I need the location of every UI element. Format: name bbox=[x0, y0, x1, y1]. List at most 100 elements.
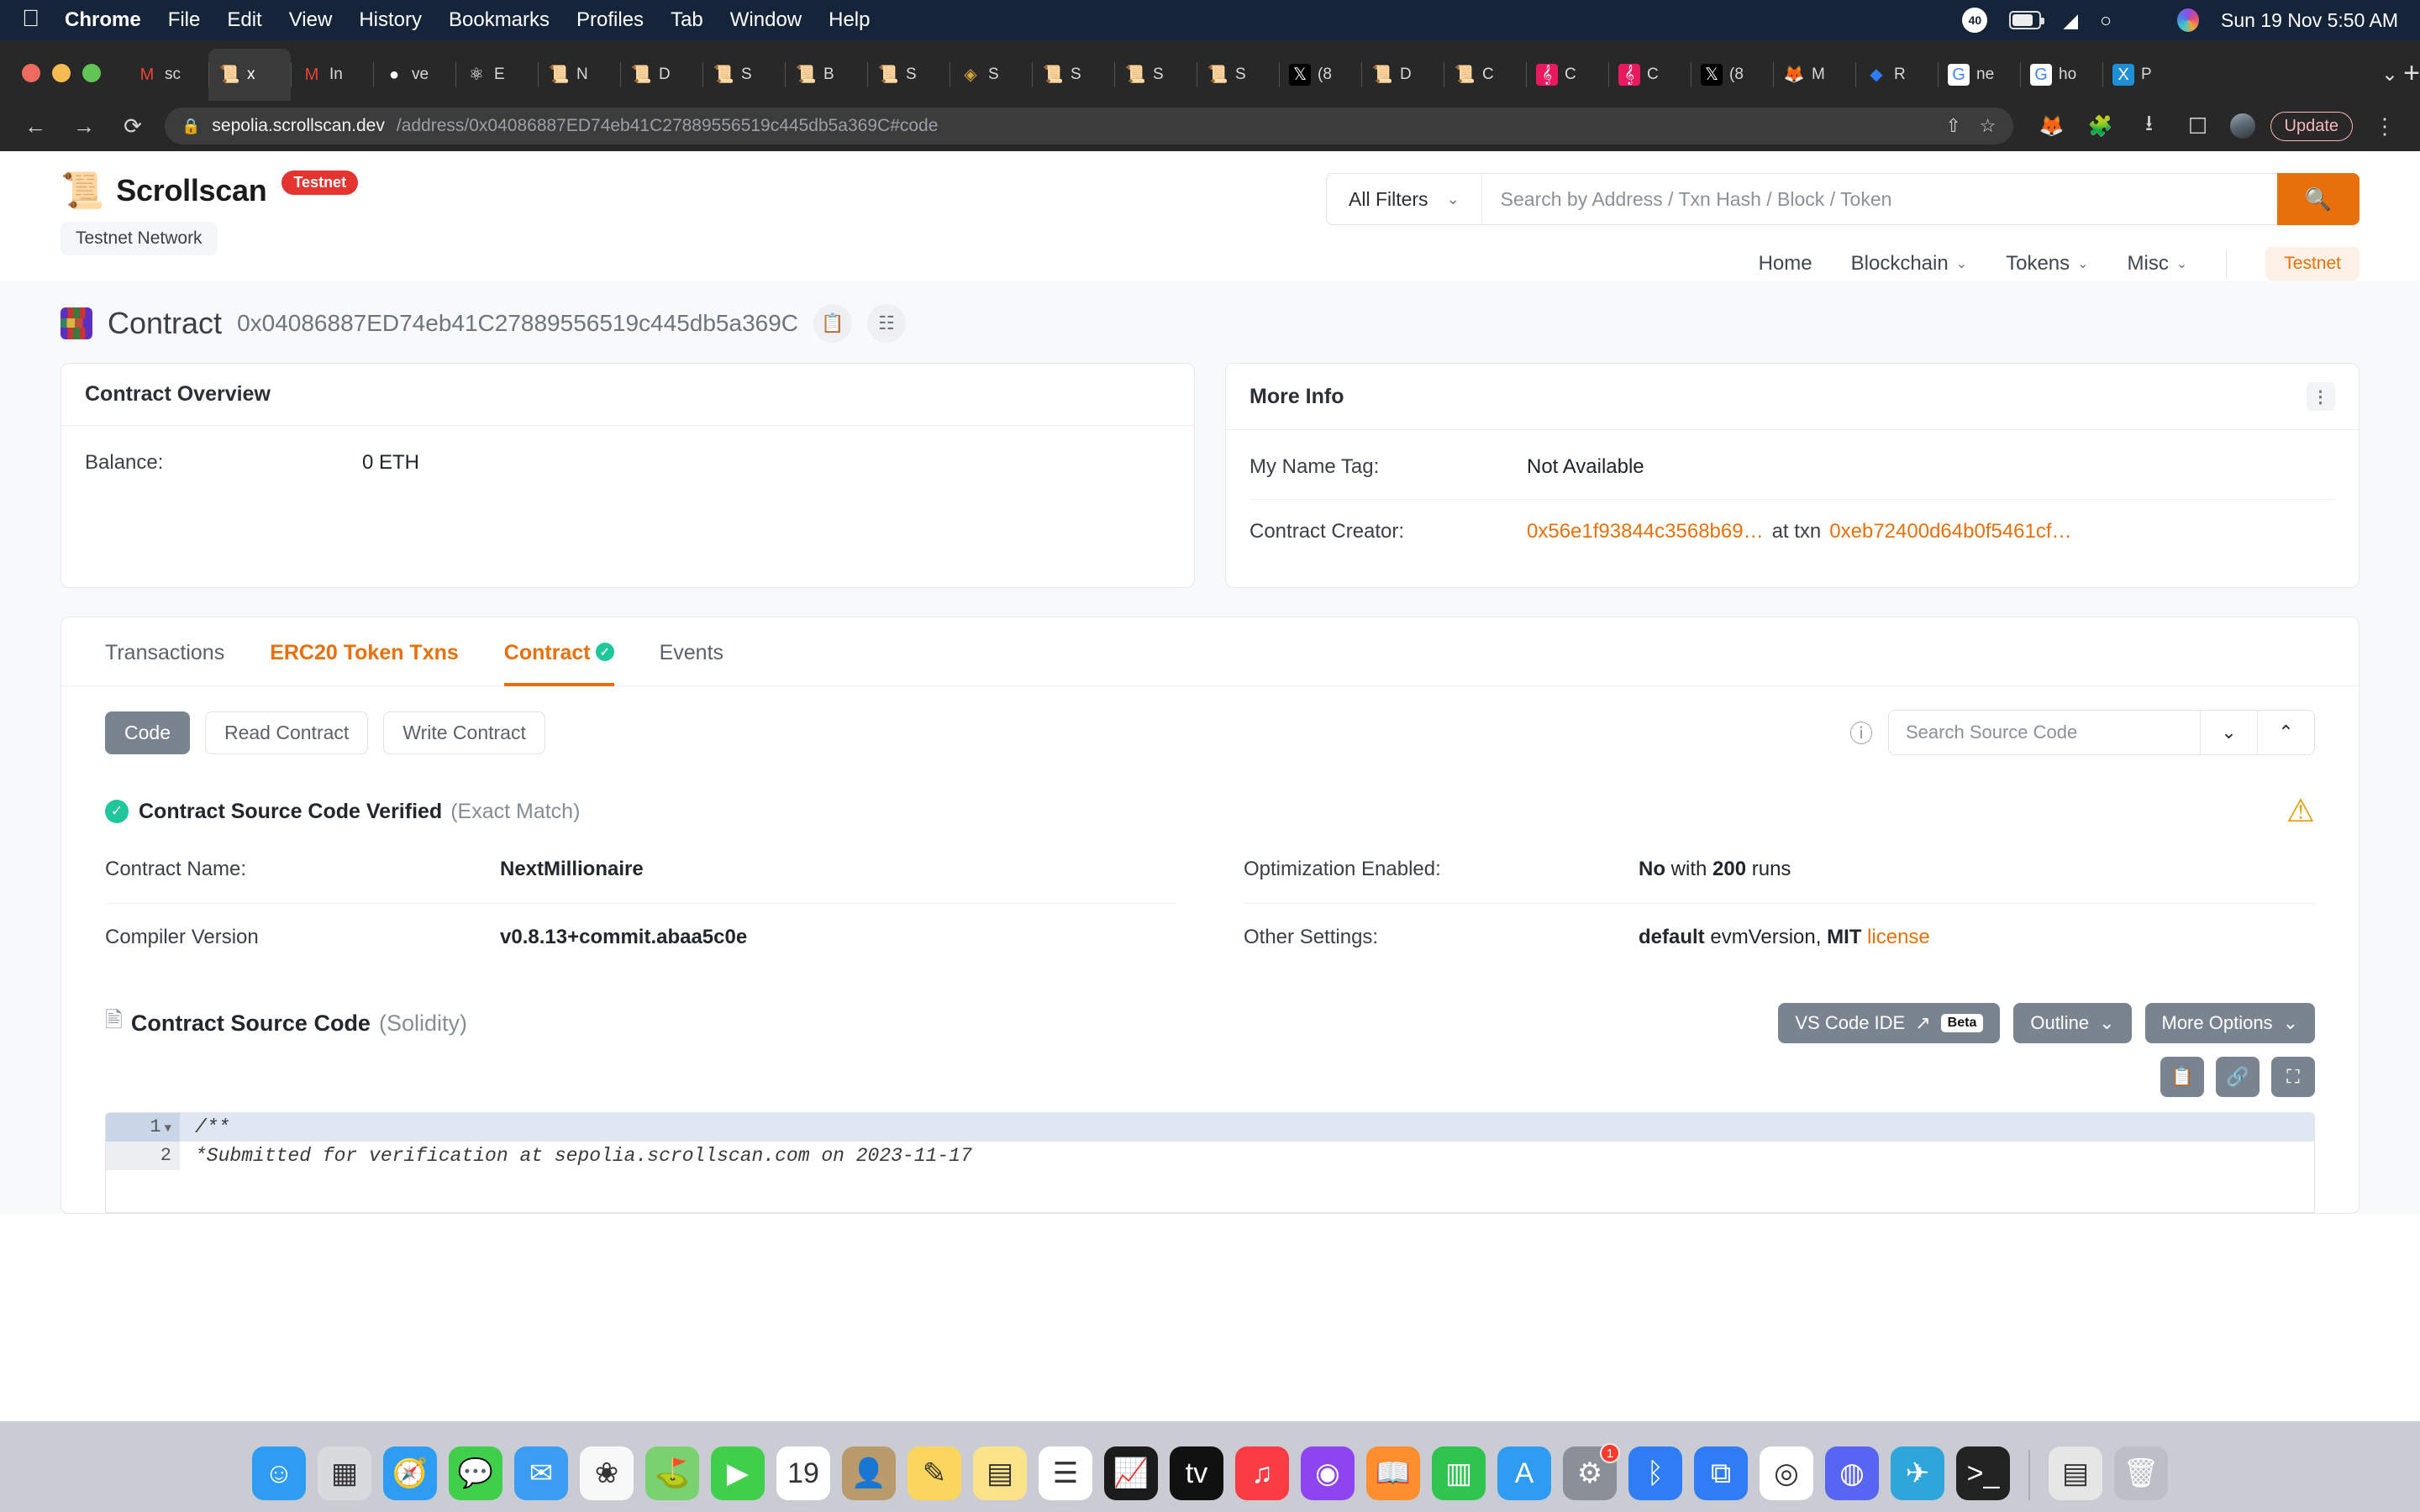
profile-avatar[interactable] bbox=[2229, 113, 2255, 139]
dock-item-appletv[interactable]: tv bbox=[1170, 1446, 1223, 1500]
menu-item-chrome[interactable]: Chrome bbox=[65, 8, 141, 32]
browser-tab[interactable]: M In bbox=[291, 49, 373, 101]
browser-tab[interactable]: ◆ R bbox=[1855, 49, 1938, 101]
browser-tab[interactable]: Gne bbox=[1938, 49, 2020, 101]
subtab-code[interactable]: Code bbox=[105, 711, 190, 754]
menu-item-history[interactable]: History bbox=[359, 8, 422, 32]
dock-item-podcasts[interactable]: ◉ bbox=[1301, 1446, 1355, 1500]
menu-item-window[interactable]: Window bbox=[730, 8, 802, 32]
creator-txn-link[interactable]: 0xeb72400d64b0f5461cf… bbox=[1829, 520, 2071, 543]
warning-triangle-icon[interactable]: ⚠ bbox=[2286, 795, 2315, 827]
clock[interactable]: Sun 19 Nov 5:50 AM bbox=[2221, 9, 2398, 32]
fullscreen-source-icon[interactable]: ⛶ bbox=[2271, 1057, 2315, 1097]
wifi-icon[interactable]: ◢ bbox=[2063, 9, 2078, 32]
browser-tab[interactable]: 𝕏 (8 bbox=[1279, 49, 1361, 101]
menu-item-bookmarks[interactable]: Bookmarks bbox=[449, 8, 550, 32]
browser-tab[interactable]: 📜 C bbox=[1444, 49, 1526, 101]
dock-item-music[interactable]: ♫ bbox=[1235, 1446, 1289, 1500]
source-code-viewer[interactable]: 1 ▼ /** 2 *Submitted for verification at … bbox=[105, 1112, 2315, 1213]
tab-events[interactable]: Events bbox=[660, 617, 723, 685]
nav-testnet-button[interactable]: Testnet bbox=[2265, 247, 2360, 281]
bookmark-star-icon[interactable]: ☆ bbox=[1980, 115, 1996, 137]
browser-tab[interactable]: ◈ S bbox=[950, 49, 1032, 101]
license-link[interactable]: license bbox=[1861, 926, 1930, 948]
more-options-button[interactable]: More Options ⌄ bbox=[2144, 1003, 2315, 1043]
maximize-window-button[interactable] bbox=[82, 64, 101, 82]
downloads-icon[interactable]: ⭳ bbox=[2133, 108, 2166, 144]
outline-button[interactable]: Outline ⌄ bbox=[2013, 1003, 2132, 1043]
scrollscan-logo-icon[interactable]: 📜 bbox=[60, 173, 104, 208]
dock-item-contacts[interactable]: 👤 bbox=[842, 1446, 896, 1500]
browser-tab[interactable]: 📜 D bbox=[1361, 49, 1444, 101]
brand-name[interactable]: Scrollscan bbox=[116, 173, 266, 208]
dock-item-appstore[interactable]: A bbox=[1497, 1446, 1551, 1500]
copy-source-icon[interactable]: 📋 bbox=[2160, 1057, 2204, 1097]
dock-item-vscode[interactable]: ⧉ bbox=[1694, 1446, 1748, 1500]
chrome-menu-icon[interactable]: ⋮ bbox=[2368, 113, 2402, 139]
battery-icon[interactable] bbox=[2009, 11, 2045, 29]
menu-item-file[interactable]: File bbox=[168, 8, 201, 32]
browser-tab[interactable]: 📜 S bbox=[702, 49, 785, 101]
dock-item-notes[interactable]: ✎ bbox=[908, 1446, 961, 1500]
dock-item-finder[interactable]: ☺ bbox=[252, 1446, 306, 1500]
browser-tab[interactable]: 📜 B bbox=[785, 49, 867, 101]
subtab-write-contract[interactable]: Write Contract bbox=[383, 711, 545, 754]
more-info-kebab-icon[interactable]: ⋮ bbox=[2307, 382, 2335, 411]
menu-item-profiles[interactable]: Profiles bbox=[576, 8, 644, 32]
link-source-icon[interactable]: 🔗 bbox=[2216, 1057, 2260, 1097]
dock-item-maps[interactable]: ⛳ bbox=[645, 1446, 699, 1500]
back-arrow-icon[interactable]: ← bbox=[18, 113, 52, 139]
dock-item-trash[interactable]: 🗑 bbox=[2114, 1446, 2168, 1500]
dock-item-facetime[interactable]: ▶ bbox=[711, 1446, 765, 1500]
siri-icon[interactable] bbox=[2177, 8, 2200, 32]
search-source-code-input[interactable] bbox=[1889, 711, 2200, 754]
search-next-icon[interactable]: ⌄ bbox=[2200, 711, 2257, 754]
dock-item-messages[interactable]: 💬 bbox=[449, 1446, 502, 1500]
dock-item-photos[interactable]: ❀ bbox=[580, 1446, 634, 1500]
tab-contract[interactable]: Contract ✓ bbox=[503, 617, 614, 686]
search-prev-icon[interactable]: ⌃ bbox=[2257, 711, 2314, 754]
new-tab-button[interactable]: + bbox=[2403, 59, 2420, 101]
creator-address-link[interactable]: 0x56e1f93844c3568b69… bbox=[1527, 520, 1764, 543]
close-window-button[interactable] bbox=[22, 64, 40, 82]
battery-percent-icon[interactable]: 40 bbox=[1962, 8, 1988, 33]
dock-item-safari[interactable]: 🧭 bbox=[383, 1446, 437, 1500]
browser-tab[interactable]: 📜 S bbox=[1032, 49, 1114, 101]
forward-arrow-icon[interactable]: → bbox=[67, 113, 101, 139]
vs-code-ide-button[interactable]: VS Code IDE ↗ Beta bbox=[1778, 1003, 2001, 1043]
browser-tab[interactable]: 📜 x bbox=[208, 49, 291, 101]
update-button[interactable]: Update bbox=[2270, 111, 2353, 141]
browser-tab[interactable]: 🦊 M bbox=[1773, 49, 1855, 101]
tab-list-chevron-icon[interactable]: ⌄ bbox=[2381, 62, 2398, 87]
search-submit-button[interactable]: 🔍 bbox=[2277, 173, 2360, 225]
menu-item-tab[interactable]: Tab bbox=[671, 8, 703, 32]
browser-tab[interactable]: 📜 S bbox=[867, 49, 950, 101]
browser-tab[interactable]: ● ve bbox=[373, 49, 455, 101]
dock-item-discord[interactable]: ◍ bbox=[1825, 1446, 1879, 1500]
nav-item-blockchain[interactable]: Blockchain ⌄ bbox=[1851, 252, 1967, 276]
address-bar[interactable]: 🔒 sepolia.scrollscan.dev/address/0x04086… bbox=[165, 108, 2013, 144]
side-panel-icon[interactable]: ☐ bbox=[2181, 113, 2215, 139]
menu-item-help[interactable]: Help bbox=[829, 8, 870, 32]
browser-tab[interactable]: 📜 S bbox=[1197, 49, 1279, 101]
share-icon[interactable]: ⇧ bbox=[1945, 115, 1960, 137]
menu-item-view[interactable]: View bbox=[289, 8, 333, 32]
search-icon[interactable]: ○ bbox=[2100, 9, 2112, 32]
dock-item-launchpad[interactable]: ▦ bbox=[318, 1446, 371, 1500]
browser-tab[interactable]: 📜 S bbox=[1114, 49, 1197, 101]
window-traffic-lights[interactable] bbox=[22, 64, 101, 101]
dock-item-downloads-stack[interactable]: ▤ bbox=[2049, 1446, 2102, 1500]
copy-address-icon[interactable]: 📋 bbox=[813, 304, 853, 343]
nav-item-misc[interactable]: Misc ⌄ bbox=[2128, 252, 2188, 276]
dock-item-books[interactable]: 📖 bbox=[1366, 1446, 1420, 1500]
dock-item-calendar[interactable]: 19 bbox=[776, 1446, 830, 1500]
dock-item-settings[interactable]: ⚙ 1 bbox=[1563, 1443, 1620, 1500]
dock-item-bluetooth[interactable]: ᛒ bbox=[1628, 1446, 1682, 1500]
qr-code-icon[interactable]: ☷ bbox=[867, 304, 907, 343]
reload-icon[interactable]: ⟳ bbox=[116, 113, 150, 139]
all-filters-dropdown[interactable]: All Filters ⌄ bbox=[1326, 173, 1481, 225]
subtab-read-contract[interactable]: Read Contract bbox=[204, 711, 369, 754]
browser-tab[interactable]: ⚛ E bbox=[455, 49, 538, 101]
dock-item-mail[interactable]: ✉ bbox=[514, 1446, 568, 1500]
dock-item-terminal[interactable]: >_ bbox=[1956, 1446, 2010, 1500]
